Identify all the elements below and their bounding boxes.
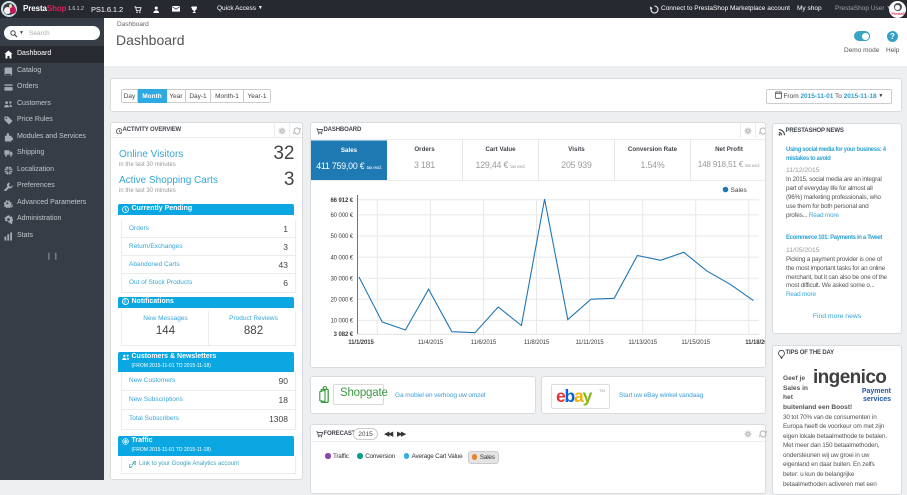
svg-text:50 000 €: 50 000 € <box>330 234 353 240</box>
svg-text:11/13/2015: 11/13/2015 <box>628 340 657 346</box>
svg-text:11/1/2015: 11/1/2015 <box>348 340 374 346</box>
svg-text:11/6/2015: 11/6/2015 <box>471 340 497 346</box>
svg-text:20 000 €: 20 000 € <box>330 298 353 304</box>
svg-text:11/11/2015: 11/11/2015 <box>576 340 605 346</box>
svg-text:30 000 €: 30 000 € <box>330 276 353 282</box>
svg-text:11/15/2015: 11/15/2015 <box>681 340 710 346</box>
svg-text:66 912 €: 66 912 € <box>330 198 353 204</box>
svg-text:60 000 €: 60 000 € <box>330 213 353 219</box>
svg-text:40 000 €: 40 000 € <box>330 255 353 261</box>
svg-text:Sales: Sales <box>731 187 748 194</box>
svg-text:11/8/2015: 11/8/2015 <box>524 340 550 346</box>
svg-text:11/4/2015: 11/4/2015 <box>418 340 444 346</box>
svg-text:3 082 €: 3 082 € <box>334 332 354 338</box>
svg-text:10 000 €: 10 000 € <box>330 319 353 325</box>
svg-text:11/18/201: 11/18/201 <box>745 340 766 346</box>
